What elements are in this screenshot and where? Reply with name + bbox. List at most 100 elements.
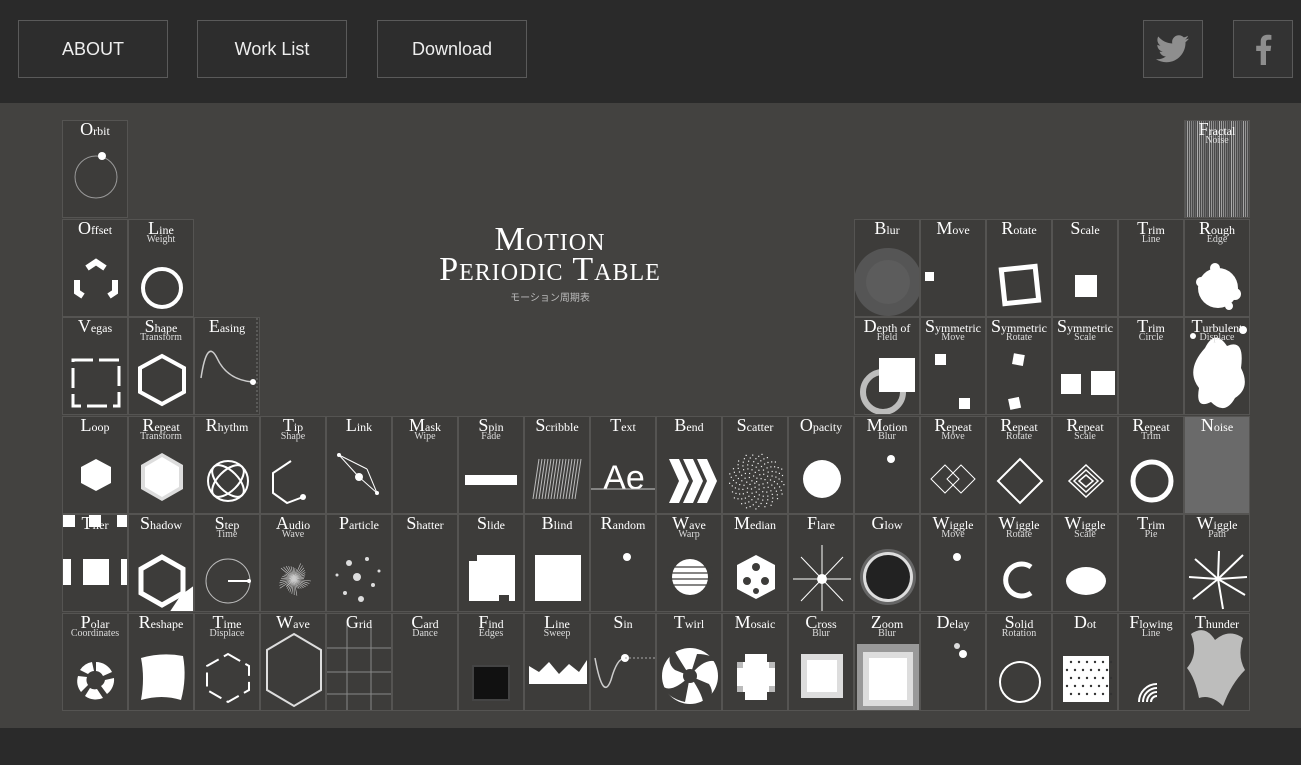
element-name: Mosaic	[734, 613, 776, 632]
element-sin[interactable]: Sin	[590, 613, 656, 711]
element-flowing-line[interactable]: Flowing Line	[1118, 613, 1184, 711]
element-label: Trim Pie	[1119, 515, 1183, 540]
element-subname: Displace	[209, 628, 245, 639]
element-subname: Shape	[280, 431, 306, 442]
element-turbulent-displace[interactable]: Turbulent Displace	[1184, 317, 1250, 415]
element-time-displace[interactable]: Time Displace	[194, 613, 260, 711]
element-trim-circle[interactable]: Trim Circle	[1118, 317, 1184, 415]
page-title: Motion Periodic Table モーション周期表	[380, 223, 720, 305]
element-reshape[interactable]: Reshape	[128, 613, 194, 711]
element-card-dance[interactable]: Card Dance	[392, 613, 458, 711]
element-wiggle-move[interactable]: Wiggle Move	[920, 514, 986, 612]
element-repeat-move[interactable]: Repeat Move	[920, 416, 986, 514]
element-easing[interactable]: Easing	[194, 317, 260, 415]
element-subname: Move	[941, 431, 965, 442]
element-symmetric-scale[interactable]: Symmetric Scale	[1052, 317, 1118, 415]
element-find-edges[interactable]: Find Edges	[458, 613, 524, 711]
element-flare[interactable]: Flare	[788, 514, 854, 612]
element-repeat-rotate[interactable]: Repeat Rotate	[986, 416, 1052, 514]
element-vegas[interactable]: Vegas	[62, 317, 128, 415]
element-line-weight[interactable]: Line Weight	[128, 219, 194, 317]
element-label: Cross Blur	[789, 614, 853, 639]
facebook-button[interactable]	[1233, 20, 1293, 78]
element-symmetric-move[interactable]: Symmetric Move	[920, 317, 986, 415]
element-rotate[interactable]: Rotate	[986, 219, 1052, 317]
element-subname: Wave	[281, 529, 305, 540]
element-shatter[interactable]: Shatter	[392, 514, 458, 612]
twitter-button[interactable]	[1143, 20, 1203, 78]
element-solid-rotation[interactable]: Solid Rotation	[986, 613, 1052, 711]
element-zoom-blur[interactable]: Zoom Blur	[854, 613, 920, 711]
element-label: Rough Edge	[1185, 220, 1249, 245]
element-depth-of-field[interactable]: Depth of Field	[854, 317, 920, 415]
element-particle[interactable]: Particle	[326, 514, 392, 612]
element-subname: Dance	[412, 628, 438, 639]
element-label: Flowing Line	[1119, 614, 1183, 639]
element-text[interactable]: Ae Text	[590, 416, 656, 514]
element-label: Wiggle Rotate	[987, 515, 1051, 540]
element-tiler[interactable]: Tiler	[62, 514, 128, 612]
element-subname: Rotate	[1005, 431, 1033, 442]
about-button[interactable]: ABOUT	[18, 20, 168, 78]
element-trim-pie[interactable]: Trim Pie	[1118, 514, 1184, 612]
element-rhythm[interactable]: Rhythm	[194, 416, 260, 514]
element-rough-edge[interactable]: Rough Edge	[1184, 219, 1250, 317]
element-fractal-noise[interactable]: Fractal Noise	[1184, 120, 1250, 218]
element-grid[interactable]: Grid	[326, 613, 392, 711]
element-twirl[interactable]: Twirl	[656, 613, 722, 711]
element-dot[interactable]: Dot	[1052, 613, 1118, 711]
element-polar-coordinates[interactable]: Polar Coordinates	[62, 613, 128, 711]
element-subname: Wipe	[414, 431, 436, 442]
element-step-time[interactable]: Step Time	[194, 514, 260, 612]
element-tip-shape[interactable]: Tip Shape	[260, 416, 326, 514]
element-scribble[interactable]: Scribble	[524, 416, 590, 514]
element-motion-blur[interactable]: Motion Blur	[854, 416, 920, 514]
element-trim-line[interactable]: Trim Line	[1118, 219, 1184, 317]
element-shape-transform[interactable]: Shape Transform	[128, 317, 194, 415]
element-wave[interactable]: Wave	[260, 613, 326, 711]
element-symmetric-rotate[interactable]: Symmetric Rotate	[986, 317, 1052, 415]
svg-text:Ae: Ae	[603, 459, 645, 497]
element-delay[interactable]: Delay	[920, 613, 986, 711]
element-orbit[interactable]: Orbit	[62, 120, 128, 218]
element-thunder[interactable]: Thunder	[1184, 613, 1250, 711]
element-scale[interactable]: Scale	[1052, 219, 1118, 317]
element-random[interactable]: Random	[590, 514, 656, 612]
element-opacity[interactable]: Opacity	[788, 416, 854, 514]
element-repeat-scale[interactable]: Repeat Scale	[1052, 416, 1118, 514]
element-name: Move	[936, 219, 970, 238]
work-list-button[interactable]: Work List	[197, 20, 347, 78]
element-blur[interactable]: Blur	[854, 219, 920, 317]
element-bend[interactable]: Bend	[656, 416, 722, 514]
element-scatter[interactable]: Scatter	[722, 416, 788, 514]
element-wave-warp[interactable]: Wave Warp	[656, 514, 722, 612]
element-link[interactable]: Link	[326, 416, 392, 514]
element-line-sweep[interactable]: Line Sweep	[524, 613, 590, 711]
element-blind[interactable]: Blind	[524, 514, 590, 612]
element-loop[interactable]: Loop	[62, 416, 128, 514]
element-wiggle-scale[interactable]: Wiggle Scale	[1052, 514, 1118, 612]
element-subname: Noise	[1205, 135, 1229, 146]
element-name: Noise	[1200, 416, 1234, 435]
element-slide[interactable]: Slide	[458, 514, 524, 612]
element-glow[interactable]: Glow	[854, 514, 920, 612]
element-wiggle-rotate[interactable]: Wiggle Rotate	[986, 514, 1052, 612]
element-name: Grid	[345, 613, 373, 632]
element-wiggle-path[interactable]: Wiggle Path	[1184, 514, 1250, 612]
element-shadow[interactable]: Shadow	[128, 514, 194, 612]
element-move[interactable]: Move	[920, 219, 986, 317]
element-offset[interactable]: Offset	[62, 219, 128, 317]
element-spin-fade[interactable]: Spin Fade	[458, 416, 524, 514]
element-audio-wave[interactable]: Audio Wave	[260, 514, 326, 612]
element-name: Easing	[208, 317, 246, 336]
download-button[interactable]: Download	[377, 20, 527, 78]
element-repeat-trim[interactable]: Repeat Trim	[1118, 416, 1184, 514]
element-noise[interactable]: Noise	[1184, 416, 1250, 514]
element-cross-blur[interactable]: Cross Blur	[788, 613, 854, 711]
element-mask-wipe[interactable]: Mask Wipe	[392, 416, 458, 514]
element-subname: Scale	[1074, 431, 1096, 442]
element-median[interactable]: Median	[722, 514, 788, 612]
element-repeat-transform[interactable]: Repeat Transform	[128, 416, 194, 514]
element-label: Dot	[1053, 614, 1117, 631]
element-mosaic[interactable]: Mosaic	[722, 613, 788, 711]
